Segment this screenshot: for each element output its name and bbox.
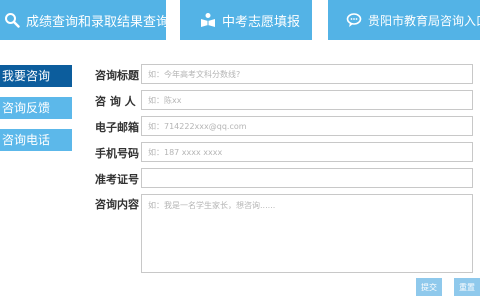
sidebar-item-label: 我要咨询 <box>2 69 51 83</box>
phone-input[interactable] <box>141 142 473 162</box>
search-icon <box>4 12 20 28</box>
name-label: 咨 询 人 <box>95 95 136 108</box>
sidebar-item-phone[interactable]: 咨询电话 <box>0 129 72 151</box>
book-reader-icon <box>200 12 216 28</box>
title-label: 咨询标题 <box>95 69 139 82</box>
id-number-label: 准考证号 <box>95 173 139 186</box>
top-navigation: 成绩查询和录取结果查询 中考志愿填报 贵阳市教育局咨询入口 <box>0 0 480 40</box>
tab-volunteer-fill[interactable]: 中考志愿填报 <box>180 0 312 40</box>
tab-label: 中考志愿填报 <box>222 14 301 30</box>
name-input[interactable] <box>141 90 473 110</box>
id-number-input[interactable] <box>141 168 473 188</box>
email-label: 电子邮箱 <box>95 121 139 134</box>
tab-consult-entry[interactable]: 贵阳市教育局咨询入口 <box>328 0 480 40</box>
tab-score-query[interactable]: 成绩查询和录取结果查询 <box>0 0 166 40</box>
submit-button[interactable]: 提交 <box>416 278 442 296</box>
reset-button[interactable]: 重置 <box>454 278 480 296</box>
sidebar-item-consult[interactable]: 我要咨询 <box>0 65 72 87</box>
tab-label: 成绩查询和录取结果查询 <box>26 14 166 30</box>
sidebar-item-label: 咨询反馈 <box>2 101 51 115</box>
email-input[interactable] <box>141 116 473 136</box>
content-label: 咨询内容 <box>95 198 139 211</box>
sidebar-item-feedback[interactable]: 咨询反馈 <box>0 97 72 119</box>
phone-label: 手机号码 <box>95 147 139 160</box>
chat-bubble-icon <box>346 12 362 28</box>
content-textarea[interactable] <box>141 194 473 273</box>
title-input[interactable] <box>141 64 473 84</box>
tab-label: 贵阳市教育局咨询入口 <box>368 13 480 28</box>
sidebar-item-label: 咨询电话 <box>2 133 51 147</box>
